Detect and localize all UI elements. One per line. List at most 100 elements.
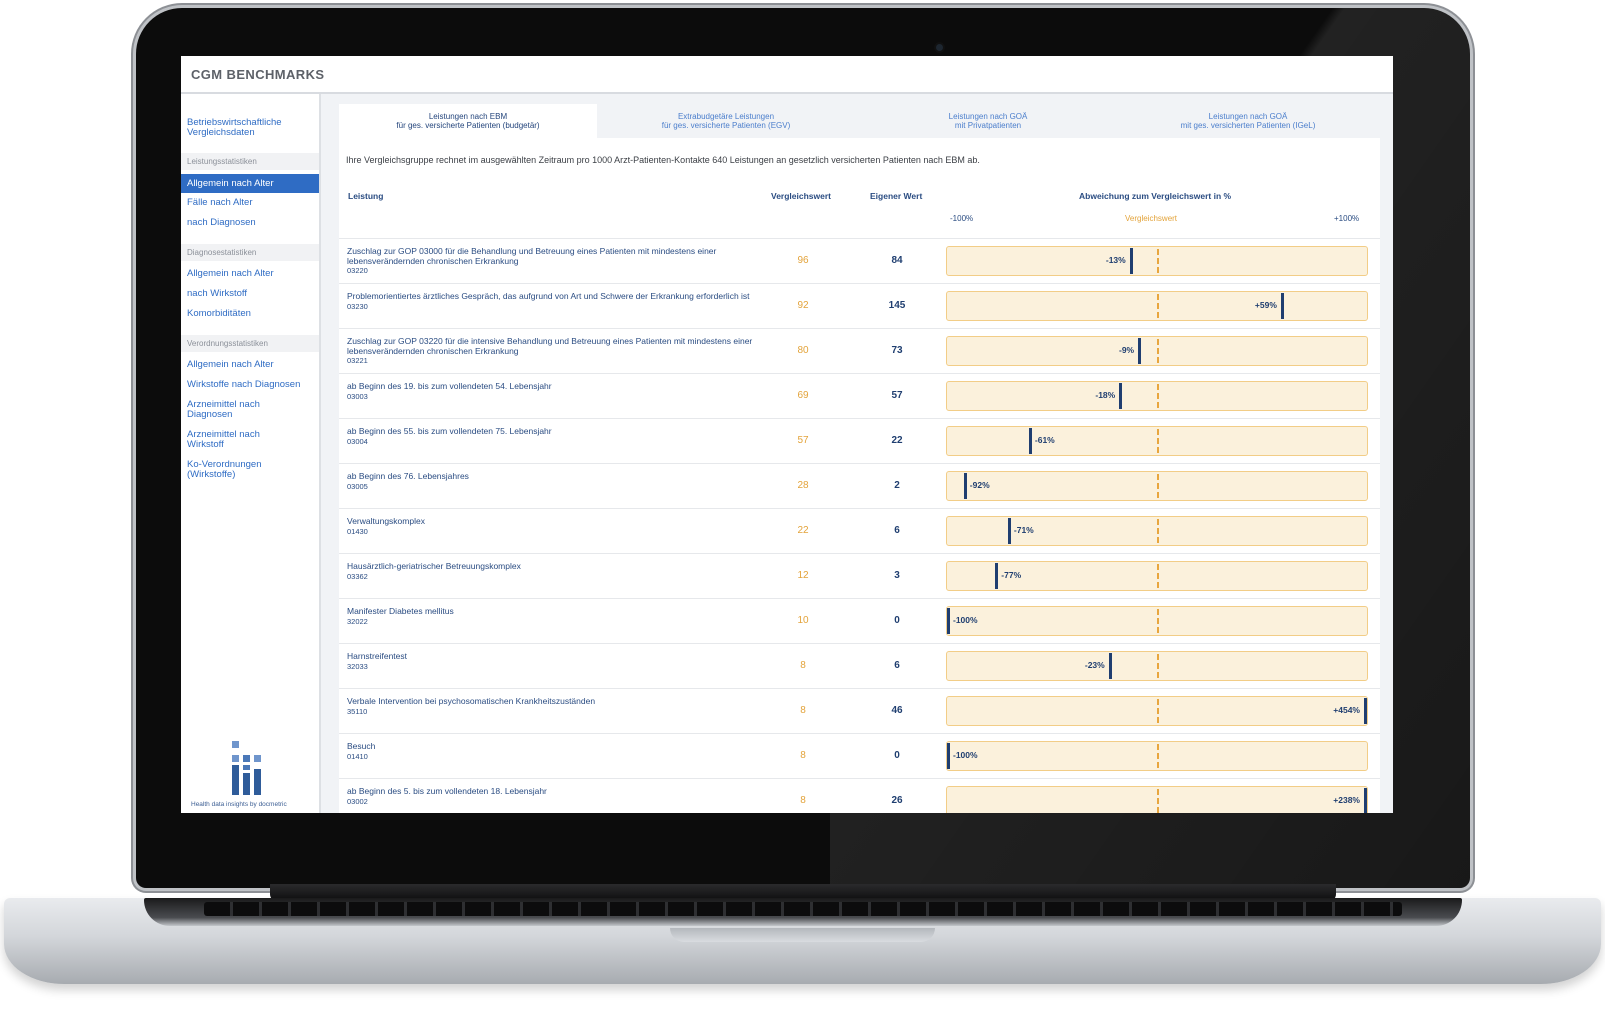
reference-line (1157, 699, 1159, 723)
tab-leistungen-ebm[interactable]: Leistungen nach EBM für ges. versicherte … (339, 104, 597, 138)
deviation-bar: -100% (946, 741, 1368, 771)
eigener-wert-value: 57 (891, 390, 903, 401)
leistung-link[interactable]: Verbale Intervention bei psychosomatisch… (347, 696, 757, 716)
leistung-name: Zuschlag zur GOP 03000 für die Behandlun… (347, 246, 717, 266)
leistung-name: Hausärztlich-geriatrischer Betreuungskom… (347, 561, 521, 571)
app-header: CGM BENCHMARKS (181, 56, 1393, 94)
deviation-marker (947, 743, 950, 769)
sidebar-item-vo-allgemein-nach-alter[interactable]: Allgemein nach Alter (187, 360, 315, 370)
table-row: Verwaltungskomplex 01430 22 6 -71% (339, 508, 1380, 554)
table-row: ab Beginn des 55. bis zum vollendeten 75… (339, 418, 1380, 464)
table-row: Manifester Diabetes mellitus 32022 10 0 -100… (339, 598, 1380, 644)
leistung-code: 03005 (347, 481, 368, 491)
reference-line (1157, 609, 1159, 633)
tab-line2: mit ges. versicherten Patienten (IGeL) (1180, 121, 1316, 130)
sidebar-item-allgemein-nach-alter-active[interactable]: Allgemein nach Alter (181, 174, 319, 193)
sidebar: Betriebswirtschaftliche Vergleichsdaten … (181, 94, 321, 813)
app-screen: CGM BENCHMARKS Betriebswirtschaftliche V… (181, 56, 1393, 813)
table-row: Besuch 01410 8 0 -100% (339, 733, 1380, 779)
column-header-vergleichswert: Vergleichswert (771, 191, 832, 201)
leistung-link[interactable]: Hausärztlich-geriatrischer Betreuungskom… (347, 561, 757, 581)
sidebar-item-nach-diagnosen[interactable]: nach Diagnosen (187, 218, 315, 228)
reference-line (1157, 744, 1159, 768)
leistung-link[interactable]: Zuschlag zur GOP 03000 für die Behandlun… (347, 246, 757, 276)
leistung-link[interactable]: Verwaltungskomplex 01430 (347, 516, 757, 536)
leistung-link[interactable]: Besuch 01410 (347, 741, 757, 761)
deviation-bar: -61% (946, 426, 1368, 456)
sidebar-section-diagnosestatistiken: Diagnosestatistiken (181, 244, 319, 261)
table-row: Harnstreifentest 32033 8 6 -23% (339, 643, 1380, 689)
sidebar-item-arzneimittel-nach-diagnosen[interactable]: Arzneimittel nach Diagnosen (187, 400, 277, 420)
sidebar-item-betriebswirtschaftliche[interactable]: Betriebswirtschaftliche Vergleichsdaten (187, 118, 315, 138)
reference-line (1157, 519, 1159, 543)
sidebar-item-nach-wirkstoff[interactable]: nach Wirkstoff (187, 289, 315, 299)
leistung-code: 03004 (347, 436, 368, 446)
leistung-code: 32022 (347, 616, 368, 626)
leistung-code: 03002 (347, 796, 368, 806)
eigener-wert-value: 3 (894, 570, 900, 581)
tab-goae-privat[interactable]: Leistungen nach GOÄ mit Privatpatienten (859, 104, 1117, 138)
scale-label-min: -100% (950, 214, 974, 223)
leistung-code: 03220 (347, 266, 368, 275)
eigener-wert-value: 46 (891, 705, 903, 716)
sidebar-item-ko-verordnungen[interactable]: Ko-Verordnungen (Wirkstoffe) (187, 460, 277, 480)
table-row: Hausärztlich-geriatrischer Betreuungskom… (339, 553, 1380, 599)
tab-line1: Leistungen nach EBM (428, 112, 508, 121)
leistung-link[interactable]: ab Beginn des 5. bis zum vollendeten 18.… (347, 786, 757, 806)
leistung-code: 01410 (347, 751, 368, 761)
deviation-label: +454% (1333, 705, 1360, 715)
eigener-wert-value: 2 (894, 480, 900, 491)
vergleichswert-value: 22 (797, 525, 809, 536)
tab-extrabudgetaere[interactable]: Extrabudgetäre Leistungen für ges. versic… (597, 104, 855, 138)
sidebar-item-komorbiditaeten[interactable]: Komorbiditäten (187, 309, 315, 319)
tab-line1: Leistungen nach GOÄ (1208, 112, 1288, 121)
laptop-base (4, 898, 1601, 984)
eigener-wert-value: 73 (891, 345, 903, 356)
leistung-link[interactable]: Problemorientiertes ärztliches Gespräch,… (347, 291, 757, 311)
deviation-label: -61% (1034, 435, 1055, 445)
deviation-label: -77% (1001, 570, 1022, 580)
vergleichswert-value: 8 (800, 705, 806, 716)
main-content: Ihre Vergleichsgruppe rechnet im ausgewä… (339, 138, 1380, 813)
deviation-label: -100% (953, 750, 978, 760)
tab-line1: Leistungen nach GOÄ (948, 112, 1028, 121)
sidebar-item-diag-allgemein-nach-alter[interactable]: Allgemein nach Alter (187, 269, 315, 279)
leistung-link[interactable]: ab Beginn des 55. bis zum vollendeten 75… (347, 426, 757, 446)
deviation-label: -71% (1013, 525, 1034, 535)
leistung-code: 03362 (347, 571, 368, 581)
reference-line (1157, 564, 1159, 588)
tab-goae-igel[interactable]: Leistungen nach GOÄ mit ges. versicherten… (1119, 104, 1377, 138)
deviation-bar: -71% (946, 516, 1368, 546)
sidebar-section-heading: Leistungsstatistiken (187, 157, 257, 166)
trackpad-notch (670, 928, 935, 942)
scale-label-mid: Vergleichswert (1125, 214, 1178, 223)
deviation-marker (1364, 698, 1367, 724)
leistung-link[interactable]: Harnstreifentest 32033 (347, 651, 757, 671)
eigener-wert-value: 26 (891, 795, 903, 806)
table-row: Zuschlag zur GOP 03000 für die Behandlun… (339, 238, 1380, 284)
eigener-wert-value: 6 (894, 525, 900, 536)
sidebar-item-arzneimittel-nach-wirkstoff[interactable]: Arzneimittel nach Wirkstoff (187, 430, 277, 450)
eigener-wert-value: 84 (891, 255, 903, 266)
leistung-link[interactable]: Manifester Diabetes mellitus 32022 (347, 606, 757, 626)
vergleichswert-value: 8 (800, 795, 806, 806)
leistung-link[interactable]: ab Beginn des 76. Lebensjahres 03005 (347, 471, 757, 491)
table-row: ab Beginn des 76. Lebensjahres 03005 28 2 -9… (339, 463, 1380, 509)
deviation-label: -9% (1118, 345, 1135, 355)
deviation-label: -92% (969, 480, 990, 490)
sidebar-item-wirkstoffe-nach-diagnosen[interactable]: Wirkstoffe nach Diagnosen (187, 380, 315, 390)
deviation-bar: -92% (946, 471, 1368, 501)
reference-line (1157, 384, 1159, 408)
leistung-code: 32033 (347, 661, 368, 671)
deviation-bar: -100% (946, 606, 1368, 636)
reference-line (1157, 474, 1159, 498)
reference-line (1157, 789, 1159, 813)
leistung-link[interactable]: Zuschlag zur GOP 03220 für die intensive… (347, 336, 757, 366)
tab-line2: mit Privatpatienten (954, 121, 1022, 130)
reference-line (1157, 654, 1159, 678)
deviation-label: +238% (1333, 795, 1360, 805)
sidebar-item-faelle-nach-alter[interactable]: Fälle nach Alter (187, 198, 315, 208)
deviation-marker (1007, 518, 1011, 544)
eigener-wert-value: 22 (891, 435, 903, 446)
leistung-link[interactable]: ab Beginn des 19. bis zum vollendeten 54… (347, 381, 757, 401)
